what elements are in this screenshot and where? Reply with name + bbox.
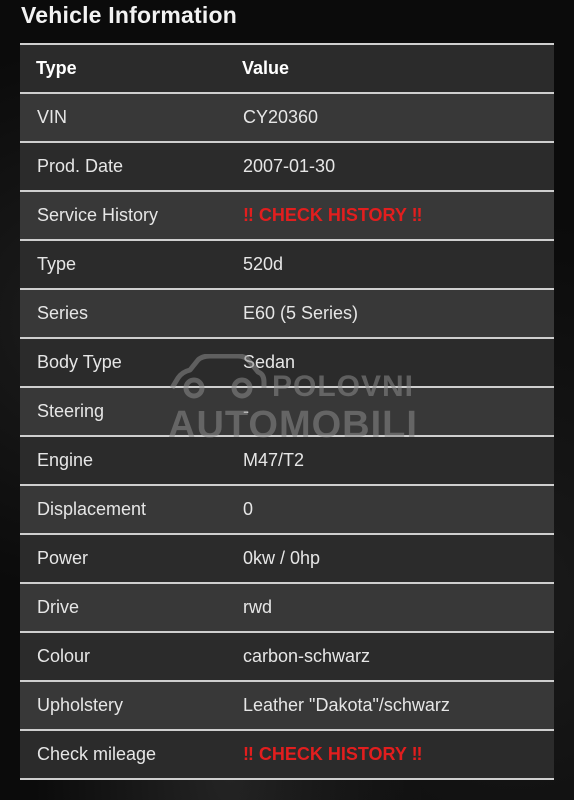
row-value: rwd — [243, 597, 273, 617]
row-value: carbon-schwarz — [243, 646, 371, 666]
row-label: Upholstery — [37, 695, 124, 715]
column-header-value: Value — [242, 58, 290, 78]
row-label: Type — [37, 254, 77, 274]
table-row: Colour carbon-schwarz — [20, 633, 554, 682]
row-value: 0 — [243, 499, 254, 519]
row-label: Power — [37, 548, 89, 568]
row-value-alert: ‼ CHECK HISTORY ‼ — [243, 205, 423, 225]
row-label: Displacement — [37, 499, 147, 519]
row-label: Engine — [37, 450, 94, 470]
row-value: Sedan — [243, 352, 296, 372]
row-label: Steering — [37, 401, 105, 421]
row-value-alert: ‼ CHECK HISTORY ‼ — [243, 744, 423, 764]
table-row: Type 520d — [20, 241, 554, 290]
table-row: Prod. Date 2007-01-30 — [20, 143, 554, 192]
row-value: CY20360 — [243, 107, 319, 127]
table-row: Service History ‼ CHECK HISTORY ‼ — [20, 192, 554, 241]
row-value: M47/T2 — [243, 450, 305, 470]
row-label: Colour — [37, 646, 91, 666]
row-value: 0kw / 0hp — [243, 548, 321, 568]
table-row: Upholstery Leather "Dakota"/schwarz — [20, 682, 554, 731]
table-row: Drive rwd — [20, 584, 554, 633]
table-body: VIN CY20360 Prod. Date 2007-01-30 Service Hi… — [20, 94, 554, 780]
row-value: E60 (5 Series) — [243, 303, 359, 323]
row-value: 520d — [243, 254, 284, 274]
table-row: VIN CY20360 — [20, 94, 554, 143]
table-header-row: Type Value — [20, 45, 554, 94]
row-label: Body Type — [37, 352, 122, 372]
row-value: 2007-01-30 — [243, 156, 336, 176]
table-row: Body Type Sedan — [20, 339, 554, 388]
row-value: Leather "Dakota"/schwarz — [243, 695, 450, 715]
table-row: Series E60 (5 Series) — [20, 290, 554, 339]
page-title: Vehicle Information — [21, 2, 237, 28]
row-label: Series — [37, 303, 89, 323]
row-label: Service History — [37, 205, 159, 225]
table-row: Power 0kw / 0hp — [20, 535, 554, 584]
table-row: Steering - — [20, 388, 554, 437]
row-label: VIN — [37, 107, 68, 127]
row-value: - — [243, 401, 249, 421]
row-label: Prod. Date — [37, 156, 124, 176]
table-row: Displacement 0 — [20, 486, 554, 535]
vehicle-info-table: Type Value VIN CY20360 Prod. Date 2007-01-3… — [20, 43, 554, 780]
column-header-type: Type — [36, 58, 77, 78]
row-label: Check mileage — [37, 744, 157, 764]
row-label: Drive — [37, 597, 80, 617]
table-row: Check mileage ‼ CHECK HISTORY ‼ — [20, 731, 554, 780]
table-row: Engine M47/T2 — [20, 437, 554, 486]
